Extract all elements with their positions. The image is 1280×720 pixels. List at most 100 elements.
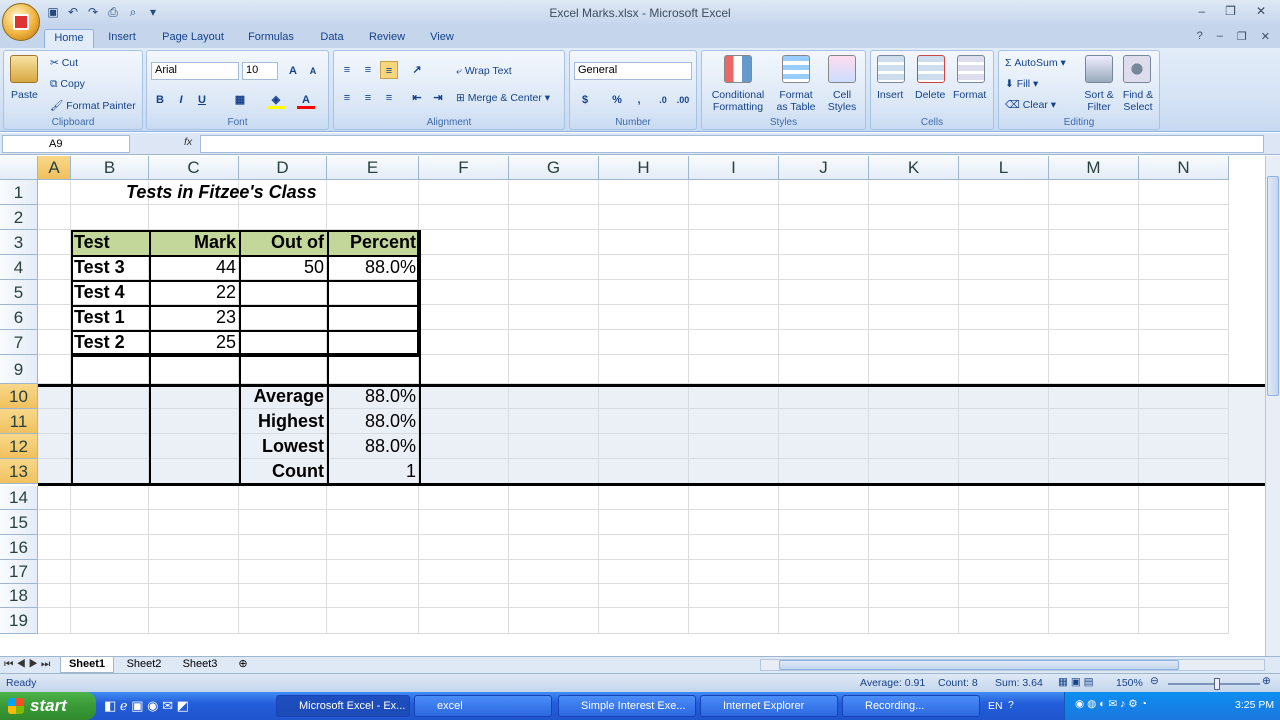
cell[interactable] [419,584,509,608]
cell[interactable] [327,510,419,535]
conditional-formatting-button[interactable]: Conditional Formatting [708,89,768,113]
cell[interactable] [509,180,599,205]
cell[interactable] [149,535,239,560]
cell[interactable] [869,355,959,384]
task-recording[interactable]: Recording... [842,695,980,717]
cell[interactable] [1049,205,1139,230]
cell[interactable] [38,230,71,255]
cell[interactable] [1049,280,1139,305]
sheet-data-1-0[interactable]: Test 4 [71,280,149,305]
cell[interactable] [869,255,959,280]
cell[interactable] [509,584,599,608]
column-header-d[interactable]: D [239,156,327,180]
cell[interactable] [959,330,1049,355]
format-cells-icon[interactable] [957,55,985,83]
row-header-5[interactable]: 5 [0,280,38,305]
cell[interactable] [71,459,149,484]
cell-styles-icon[interactable] [828,55,856,83]
cell[interactable] [71,355,149,384]
select-all-corner[interactable] [0,156,38,180]
cell[interactable] [599,510,689,535]
find-select-button[interactable]: Find & Select [1119,89,1157,113]
row-header-13[interactable]: 13 [0,459,38,484]
row-header-10[interactable]: 10 [0,384,38,409]
sheet-data-3-2[interactable] [239,330,327,355]
row-header-14[interactable]: 14 [0,486,38,510]
column-header-j[interactable]: J [779,156,869,180]
row-header-11[interactable]: 11 [0,409,38,434]
cell[interactable] [239,355,327,384]
cell[interactable] [419,355,509,384]
cell[interactable] [779,280,869,305]
comma-button[interactable]: , [630,91,648,109]
cell[interactable] [38,486,71,510]
cell[interactable] [419,608,509,634]
app4-icon[interactable]: ◩ [177,698,189,713]
sheet-title-cell[interactable]: Tests in Fitzee's Class [123,180,383,205]
cell[interactable] [509,355,599,384]
tab-page-layout[interactable]: Page Layout [156,29,230,48]
cell[interactable] [239,560,327,584]
cell[interactable] [869,409,959,434]
cell[interactable] [239,510,327,535]
cell[interactable] [509,230,599,255]
cell[interactable] [599,409,689,434]
cell[interactable] [419,510,509,535]
office-button[interactable] [2,3,40,41]
app2-icon[interactable]: ◉ [147,698,158,713]
cell[interactable] [38,535,71,560]
cell[interactable] [599,280,689,305]
autosum-button[interactable]: Σ AutoSum ▾ [1005,57,1066,69]
cell[interactable] [689,384,779,409]
zoom-out-icon[interactable]: ⊖ [1150,675,1159,687]
cell[interactable] [689,355,779,384]
cell[interactable] [38,560,71,584]
cell[interactable] [779,205,869,230]
cell[interactable] [38,355,71,384]
fill-color-icon[interactable]: ◈ [267,91,285,109]
sheet-summary-value-3[interactable]: 1 [327,459,419,484]
orientation-icon[interactable]: ↗ [408,61,426,79]
cell[interactable] [1139,180,1229,205]
sheet-header-0[interactable]: Test [71,230,149,255]
sheet-data-1-3[interactable] [327,280,419,305]
cell[interactable] [779,608,869,634]
tab-review[interactable]: Review [362,29,412,48]
cell[interactable] [779,255,869,280]
column-header-g[interactable]: G [509,156,599,180]
delete-cells-icon[interactable] [917,55,945,83]
cell[interactable] [419,230,509,255]
row-header-6[interactable]: 6 [0,305,38,330]
sheet-data-2-3[interactable] [327,305,419,330]
cell[interactable] [149,486,239,510]
cell[interactable] [1139,486,1229,510]
cell[interactable] [38,459,71,484]
cell[interactable] [1139,584,1229,608]
app-icon[interactable]: ▣ [131,698,143,713]
cell[interactable] [327,205,419,230]
cell[interactable] [689,409,779,434]
cell[interactable] [419,255,509,280]
cut-button[interactable]: ✂ Cut [50,57,78,69]
cell[interactable] [149,355,239,384]
cell[interactable] [71,384,149,409]
row-header-7[interactable]: 7 [0,330,38,355]
cell[interactable] [689,510,779,535]
cell[interactable] [599,180,689,205]
grow-font-icon[interactable]: A [284,62,302,80]
column-header-k[interactable]: K [869,156,959,180]
cell[interactable] [1049,459,1139,484]
scroll-thumb[interactable] [1267,176,1279,396]
cell[interactable] [779,584,869,608]
paste-icon[interactable] [10,55,38,83]
cell[interactable] [1049,384,1139,409]
cell[interactable] [689,486,779,510]
cell[interactable] [239,584,327,608]
cell[interactable] [239,486,327,510]
sheet-summary-label-3[interactable]: Count [239,459,327,484]
cell[interactable] [38,180,71,205]
borders-icon[interactable]: ▦ [231,91,249,109]
cell[interactable] [38,255,71,280]
sheet-data-3-3[interactable] [327,330,419,355]
cell[interactable] [239,535,327,560]
